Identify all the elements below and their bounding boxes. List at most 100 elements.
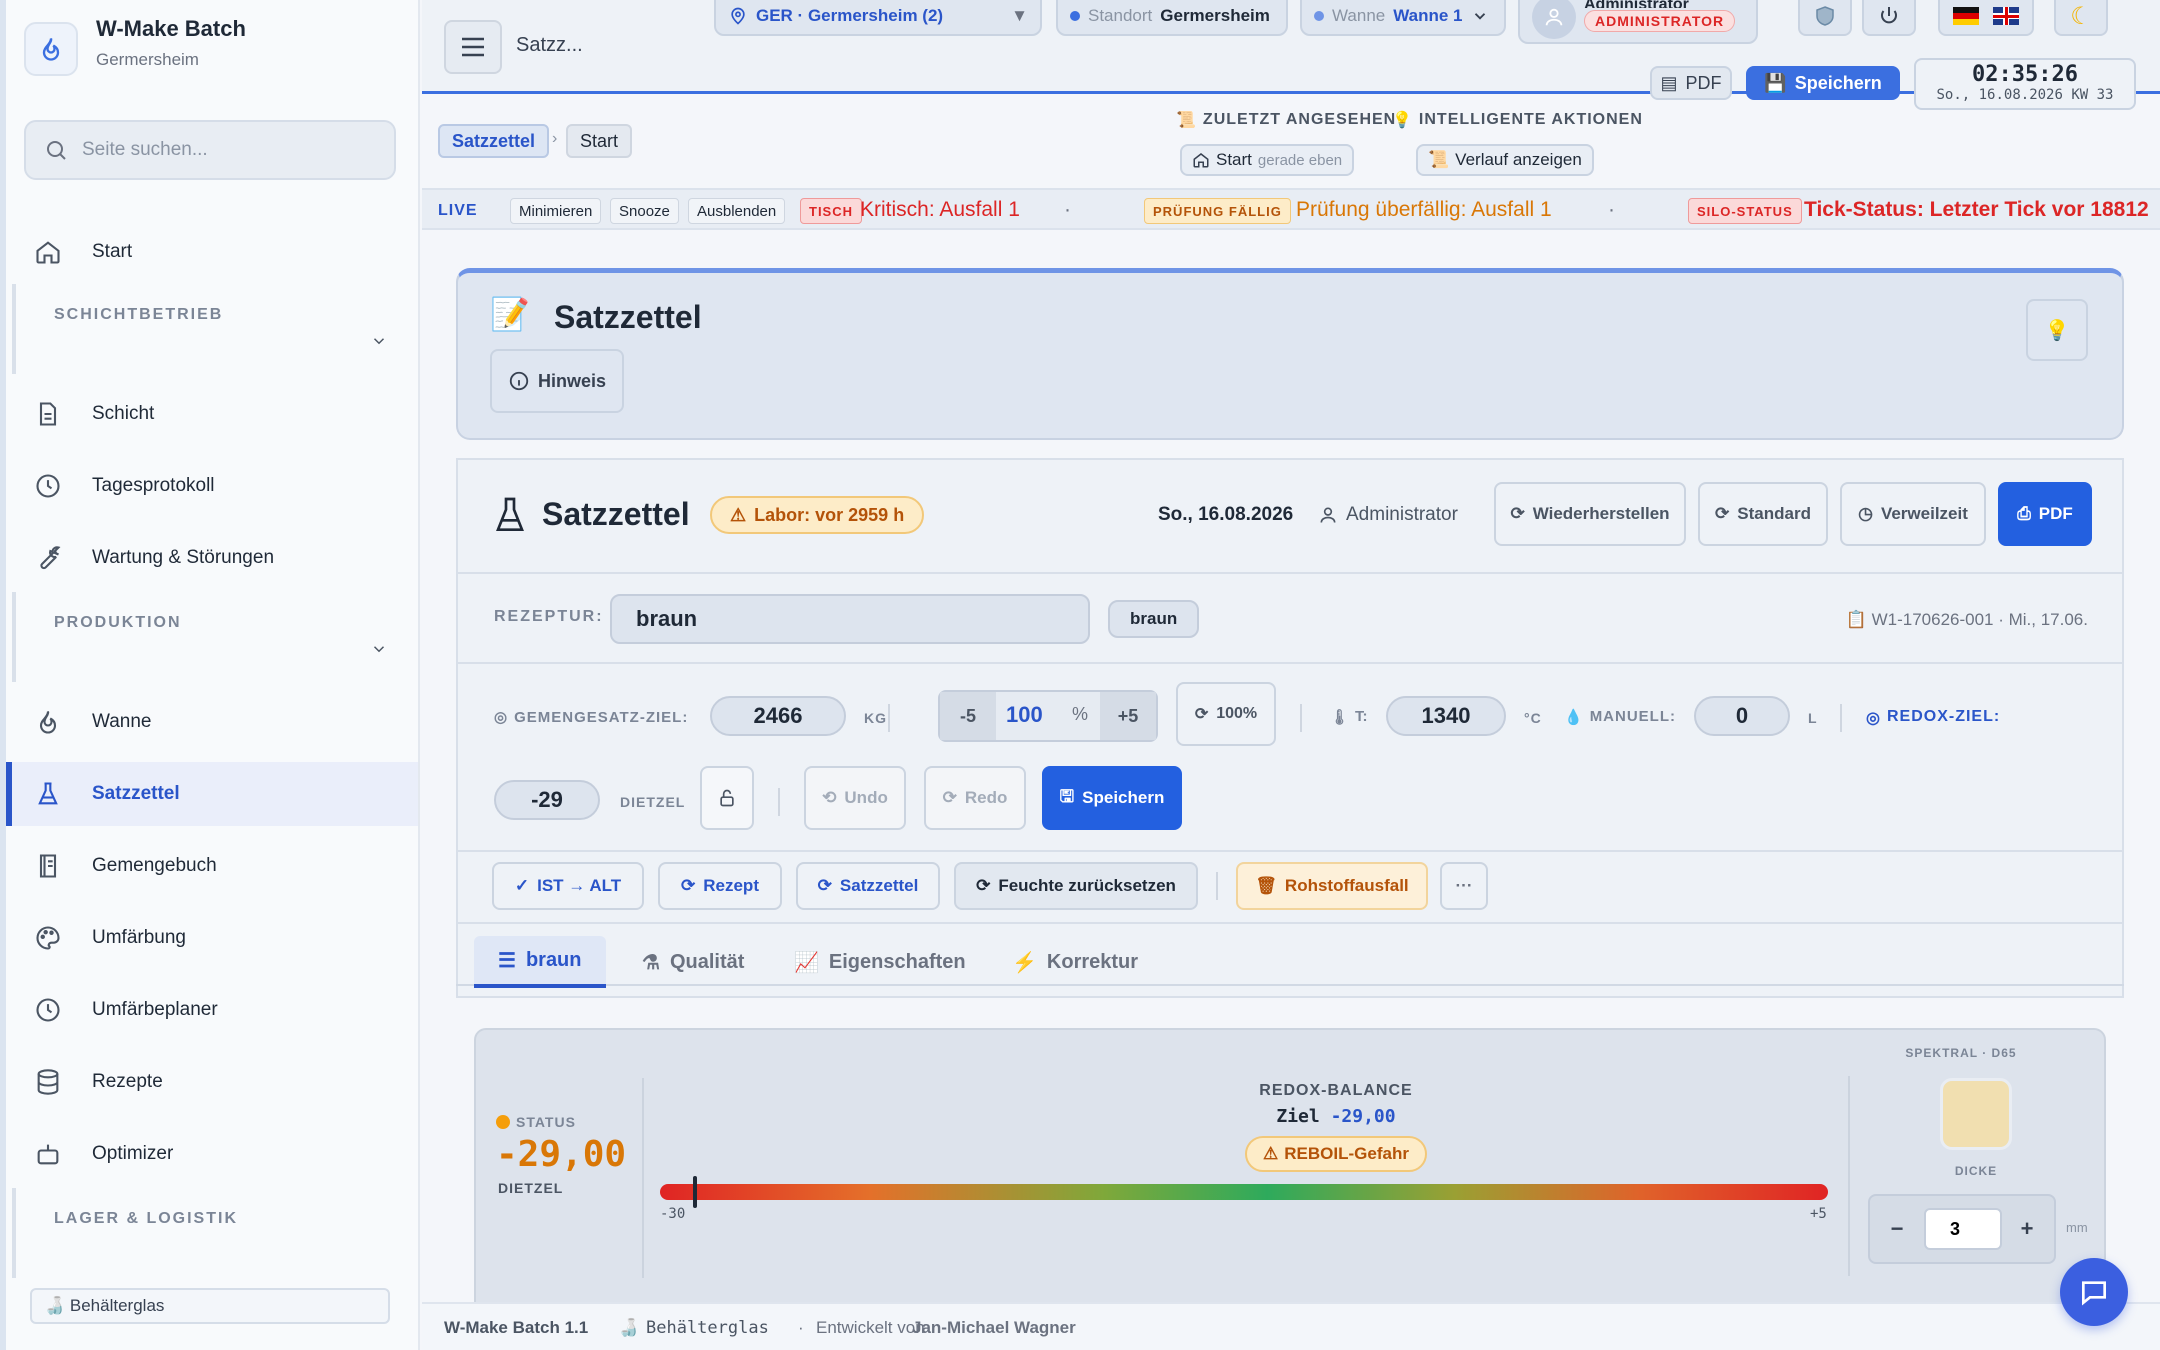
product-badge[interactable]: 🍶 Behälterglas: [30, 1288, 390, 1324]
sidebar-item-start[interactable]: Start: [6, 220, 418, 284]
thickness-increment-button[interactable]: +: [2006, 1204, 2048, 1254]
trash-icon: 🗑: [1255, 876, 1277, 895]
separator: [1840, 704, 1842, 732]
sidebar-item-tagesprotokoll[interactable]: Tagesprotokoll: [6, 454, 418, 518]
chat-button[interactable]: [2060, 1258, 2128, 1326]
sidebar-item-gemengebuch[interactable]: Gemengebuch: [6, 834, 418, 898]
tab-braun[interactable]: ☰ braun: [474, 936, 606, 988]
tab-eigenschaften[interactable]: 📈 Eigenschaften: [770, 936, 990, 988]
save-label: Speichern: [1082, 788, 1165, 807]
standort-indicator[interactable]: Standort Germersheim: [1056, 0, 1288, 36]
flag-de-icon[interactable]: [1953, 7, 1979, 25]
recipe-chip[interactable]: braun: [1108, 600, 1200, 638]
recipe-reset-button[interactable]: ⟳ Rezept: [658, 862, 782, 910]
redox-balance-marker[interactable]: [693, 1176, 698, 1208]
sidebar-item-optimizer[interactable]: Optimizer: [6, 1122, 418, 1186]
logout-button[interactable]: [1862, 0, 1916, 36]
sidebar-item-wanne[interactable]: Wanne: [6, 690, 418, 754]
ticker-message-critical[interactable]: Kritisch: Ausfall 1: [860, 198, 1020, 222]
reset-percent-button[interactable]: ⟳ 100%: [1176, 682, 1276, 746]
moisture-reset-button[interactable]: ⟳ Feuchte zurücksetzen: [954, 862, 1198, 910]
ticker-message-silo[interactable]: Tick-Status: Letzter Tick vor 18812: [1804, 198, 2158, 222]
history-button[interactable]: 📜 Verlauf anzeigen: [1416, 144, 1594, 176]
page-title-short: Satzz...: [516, 34, 583, 56]
pdf-button[interactable]: ⎙ PDF: [1998, 482, 2092, 546]
undo-button[interactable]: ⟲ Undo: [804, 766, 906, 830]
more-button[interactable]: ···: [1440, 862, 1488, 910]
section-label: LAGER & LOGISTIK: [54, 1210, 238, 1227]
ticker-hide-button[interactable]: Ausblenden: [688, 198, 786, 224]
drop-icon: 💧: [1564, 709, 1584, 726]
breadcrumb-root[interactable]: Satzzettel: [438, 124, 550, 158]
theme-toggle[interactable]: ☾: [2054, 0, 2108, 36]
sidebar-item-schicht[interactable]: Schicht: [6, 382, 418, 446]
thickness-input[interactable]: [1924, 1208, 2002, 1250]
security-button[interactable]: [1798, 0, 1852, 36]
lock-button[interactable]: [700, 766, 754, 830]
sheet-reset-button[interactable]: ⟳ Satzzettel: [796, 862, 940, 910]
sidebar-item-label: Schicht: [92, 403, 155, 424]
lab-age-badge[interactable]: ⚠ Labor: vor 2959 h: [710, 496, 925, 534]
sidebar-item-wartung[interactable]: Wartung & Störungen: [6, 526, 418, 590]
save-button[interactable]: 🖫 Speichern: [1042, 766, 1182, 830]
sidebar-item-umfaerbung[interactable]: Umfärbung: [6, 906, 418, 970]
developer-name[interactable]: Jan-Michael Wagner: [912, 1318, 1076, 1338]
tab-korrektur[interactable]: ⚡ Korrektur: [988, 936, 1162, 988]
restore-button[interactable]: ⟳ Wiederherstellen: [1494, 482, 1686, 546]
sidebar-section-lager[interactable]: LAGER & LOGISTIK: [12, 1188, 412, 1278]
manual-input[interactable]: 0: [1694, 696, 1790, 736]
target-input[interactable]: 2466: [710, 696, 846, 736]
scale-max-label: +5: [1810, 1206, 1827, 1222]
status-unit: DIETZEL: [498, 1180, 564, 1196]
flame-icon: [39, 711, 57, 734]
temperature-input[interactable]: 1340: [1386, 696, 1506, 736]
live-ticker: LIVE Minimieren Snooze Ausblenden TISCH …: [422, 188, 2160, 230]
avatar: [1532, 0, 1576, 39]
dwell-label: Verweilzeit: [1880, 504, 1968, 523]
scroll-icon: 📜: [1176, 112, 1197, 129]
material-failure-button[interactable]: 🗑 Rohstoffausfall: [1236, 862, 1428, 910]
sidebar-item-umfaerbeplaner[interactable]: Umfärbeplaner: [6, 978, 418, 1042]
decrement-5-button[interactable]: -5: [940, 692, 996, 740]
ticker-message-inspection[interactable]: Prüfung überfällig: Ausfall 1: [1296, 198, 1552, 222]
page-header-card: 📝 Satzzettel Hinweis 💡: [456, 268, 2124, 440]
language-switch[interactable]: [1938, 0, 2034, 36]
chevron-down-icon: [1474, 13, 1485, 20]
user-menu[interactable]: Administrator ADMINISTRATOR: [1518, 0, 1758, 44]
pdf-top-button[interactable]: ▤ PDF: [1650, 66, 1732, 100]
sidebar-item-rezepte[interactable]: Rezepte: [6, 1050, 418, 1114]
wanne-dot: [1314, 11, 1324, 21]
sidebar-item-satzzettel[interactable]: Satzzettel: [6, 762, 418, 826]
sidebar-section-produktion[interactable]: PRODUKTION: [12, 592, 412, 682]
pdf-label: PDF: [2038, 504, 2073, 523]
standard-button[interactable]: ⟳ Standard: [1698, 482, 1828, 546]
site-select[interactable]: GER · Germersheim (2) ▼: [714, 0, 1042, 36]
ticker-snooze-button[interactable]: Snooze: [610, 198, 679, 224]
chevron-down-icon: [373, 338, 385, 345]
tips-button[interactable]: 💡: [2026, 299, 2088, 361]
flame-icon: [42, 38, 60, 61]
thickness-decrement-button[interactable]: −: [1876, 1204, 1918, 1254]
ist-alt-button[interactable]: ✓ IST → ALT: [492, 862, 644, 910]
percent-input[interactable]: 100: [1006, 702, 1043, 728]
menu-button[interactable]: [444, 20, 502, 74]
dwell-time-button[interactable]: ◷ Verweilzeit: [1840, 482, 1986, 546]
brand-logo[interactable]: [24, 22, 78, 76]
flag-uk-icon[interactable]: [1993, 7, 2019, 25]
recipe-input[interactable]: [610, 594, 1090, 644]
wanne-select[interactable]: Wanne Wanne 1: [1300, 0, 1506, 36]
sidebar-section-schichtbetrieb[interactable]: SCHICHTBETRIEB: [12, 284, 412, 374]
section-label: PRODUKTION: [54, 614, 182, 631]
target-icon: ◎: [494, 709, 509, 726]
redo-button[interactable]: ⟳ Redo: [924, 766, 1026, 830]
tab-qualitaet[interactable]: ⚗ Qualität: [618, 936, 768, 988]
recent-item-start[interactable]: Start gerade eben: [1180, 144, 1355, 176]
save-top-button[interactable]: 💾 Speichern: [1746, 66, 1900, 100]
increment-5-button[interactable]: +5: [1100, 692, 1156, 740]
standort-dot: [1070, 11, 1080, 21]
hint-button[interactable]: Hinweis: [490, 349, 624, 413]
search-input[interactable]: [82, 139, 382, 161]
redox-target-input[interactable]: -29: [494, 780, 600, 820]
ticker-minimize-button[interactable]: Minimieren: [510, 198, 602, 224]
separator: [888, 704, 890, 732]
